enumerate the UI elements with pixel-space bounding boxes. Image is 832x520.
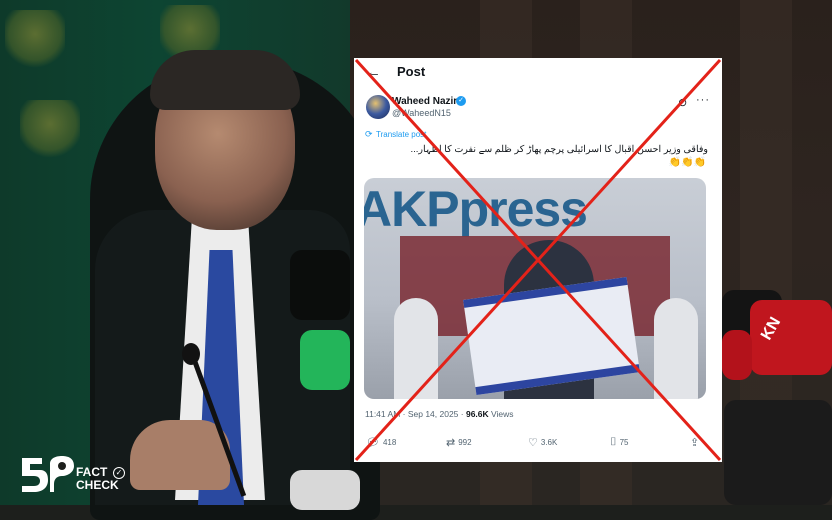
like-button[interactable]: ♡ 3.6K (528, 436, 557, 449)
like-count: 3.6K (540, 438, 558, 447)
back-arrow-icon[interactable]: ← (366, 64, 381, 81)
more-icon[interactable]: ··· (696, 94, 710, 106)
author-name[interactable]: Waheed Nazir (392, 96, 457, 107)
post-topbar: ← Post (354, 58, 722, 88)
author-handle[interactable]: @WaheedN15 (392, 108, 451, 118)
post-title: Post (397, 64, 426, 79)
tweet-video[interactable]: AKPpress (364, 178, 706, 399)
like-icon: ♡ (528, 437, 538, 449)
verified-icon: ✓ (456, 96, 466, 106)
share-icon: ⇪ (690, 437, 700, 449)
translate-post-link[interactable]: Translate post (376, 130, 426, 139)
microphone-cube-red (722, 330, 752, 380)
speaker-hair (150, 50, 300, 110)
repost-button[interactable]: ⇄ 992 (446, 436, 472, 449)
tweet-meta: 11:41 AM · Sep 14, 2025 · 96.6K Views (365, 409, 514, 419)
video-banner-text: AKPpress (364, 181, 588, 237)
video-person (654, 298, 698, 399)
avatar[interactable] (366, 95, 390, 119)
microphone-foam (290, 250, 350, 320)
logo-fact-text: FACT (76, 465, 108, 479)
share-button[interactable]: ⇪ (690, 436, 699, 449)
soch-logo-icon (22, 456, 74, 492)
video-person (394, 298, 438, 399)
bookmark-count: 75 (619, 438, 629, 447)
translate-icon: ⟳ (365, 129, 373, 139)
tweet-text: وفاقی وزیر احسن اقبال کا اسرائیلی پرچم پ… (410, 144, 708, 155)
views-label: Views (488, 409, 514, 419)
bookmark-button[interactable]: ⌷ 75 (610, 436, 629, 449)
grok-icon[interactable]: ⊘ (678, 96, 687, 109)
reply-icon: 💬︎ (366, 437, 380, 449)
tweet-emojis: 👏👏👏 (668, 157, 706, 168)
tweet-card: ← Post Waheed Nazir ✓ @WaheedN15 ⊘ ··· ⟳… (354, 58, 722, 462)
timestamp: 11:41 AM · Sep 14, 2025 · (365, 409, 466, 419)
speaker-hand (130, 420, 230, 490)
microphone-head (182, 343, 200, 365)
views-count: 96.6K (465, 409, 489, 419)
microphone-logo-cube (290, 470, 360, 510)
wall-emblem (20, 100, 80, 160)
action-bar: 💬︎ 418 ⇄ 992 ♡ 3.6K ⌷ 75 ⇪ (354, 436, 722, 458)
wall-emblem (5, 10, 65, 70)
bookmark-icon: ⌷ (610, 436, 617, 448)
repost-icon: ⇄ (446, 437, 456, 449)
reply-count: 418 (382, 438, 397, 447)
microphone-cluster (724, 400, 832, 505)
repost-count: 992 (458, 438, 472, 447)
logo-check-text: CHECK (76, 478, 119, 492)
reply-button[interactable]: 💬︎ 418 (366, 436, 396, 449)
microphone-foam-green (300, 330, 350, 390)
